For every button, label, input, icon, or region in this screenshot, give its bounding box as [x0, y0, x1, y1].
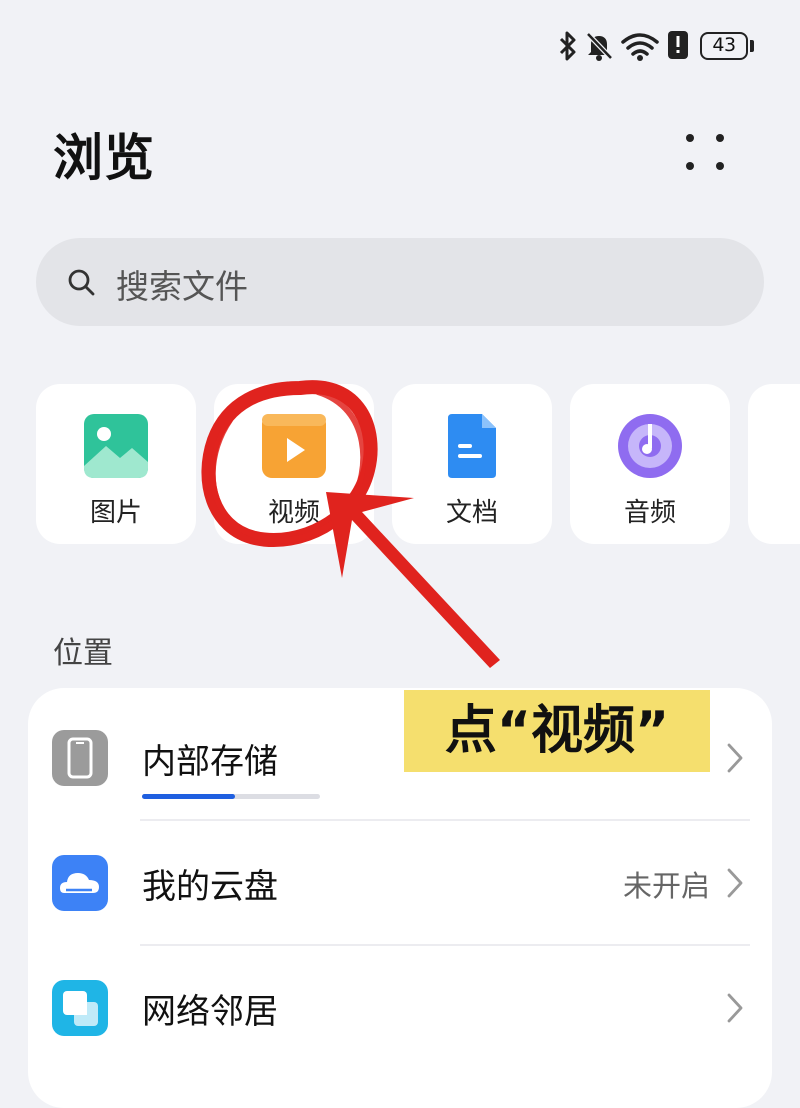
wifi-icon — [621, 33, 659, 61]
category-images[interactable]: 图片 — [36, 384, 196, 544]
location-status: 未开启 — [622, 869, 710, 903]
locations-section-title: 位置 — [53, 636, 113, 671]
video-icon — [262, 414, 326, 478]
image-icon — [84, 414, 148, 478]
category-label: 视频 — [267, 498, 320, 528]
audio-icon — [618, 414, 682, 478]
more-dots-icon[interactable] — [680, 128, 730, 178]
category-label: 文档 — [445, 498, 498, 528]
bluetooth-icon — [559, 31, 576, 61]
category-label: 图片 — [89, 498, 142, 528]
status-bar: 43 — [0, 0, 800, 90]
chevron-right-icon — [727, 868, 743, 898]
category-audio[interactable]: 音频 — [570, 384, 730, 544]
location-network-neighbor[interactable]: 网络邻居 — [28, 948, 772, 1068]
page-title: 浏览 — [53, 129, 155, 187]
storage-usage-bar — [142, 794, 320, 799]
cloud-drive-icon — [52, 855, 108, 911]
chevron-right-icon — [727, 743, 743, 773]
phone-storage-icon — [52, 730, 108, 786]
location-label: 我的云盘 — [142, 867, 278, 907]
category-label: 音频 — [623, 498, 676, 528]
search-placeholder: 搜索文件 — [116, 267, 248, 306]
divider — [140, 819, 750, 821]
battery-indicator: 43 — [700, 32, 748, 60]
location-label: 内部存储 — [142, 742, 278, 782]
chevron-right-icon — [727, 993, 743, 1023]
search-icon — [68, 269, 95, 296]
search-input[interactable]: 搜索文件 — [36, 238, 764, 326]
alert-icon — [668, 31, 688, 59]
location-label: 网络邻居 — [142, 992, 278, 1032]
document-icon — [448, 414, 496, 478]
battery-tip — [750, 40, 754, 52]
location-cloud-drive[interactable]: 我的云盘 未开启 — [28, 823, 772, 943]
network-neighbor-icon — [52, 980, 108, 1036]
divider — [140, 944, 750, 946]
instruction-callout: 点“视频” — [404, 690, 710, 772]
mute-bell-icon — [586, 32, 613, 61]
category-videos[interactable]: 视频 — [214, 384, 374, 544]
category-documents[interactable]: 文档 — [392, 384, 552, 544]
storage-usage-fill — [142, 794, 235, 799]
category-more-partial[interactable] — [748, 384, 800, 544]
